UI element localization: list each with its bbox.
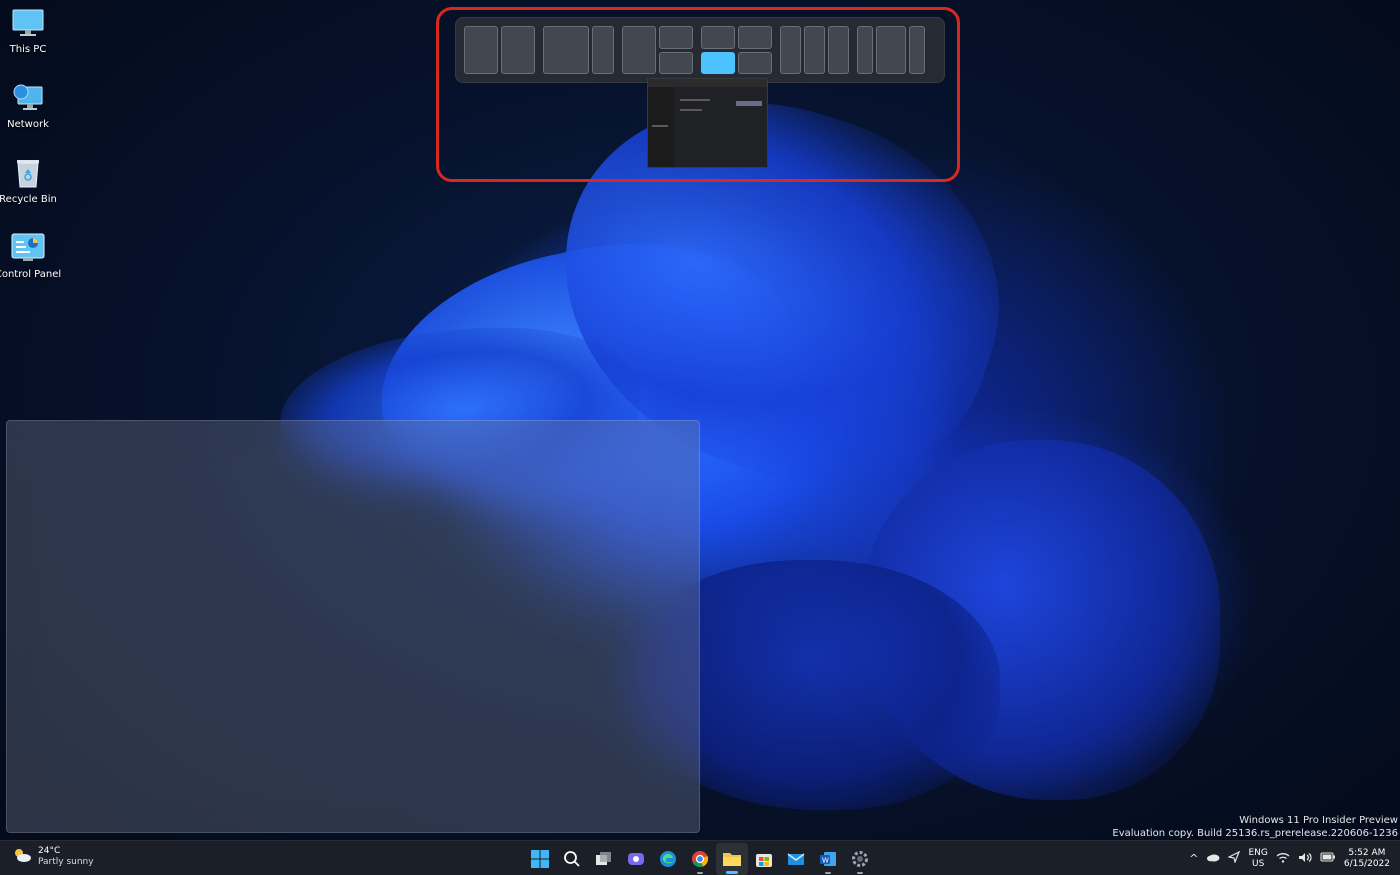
- mail-icon: [787, 853, 805, 865]
- chrome-button[interactable]: [684, 843, 716, 875]
- start-icon: [531, 850, 549, 868]
- settings-icon: [852, 851, 868, 867]
- weather-temperature: 24°C: [38, 846, 61, 856]
- snap-preview-area: [6, 420, 700, 833]
- show-hidden-icons-chevron[interactable]: ^: [1189, 852, 1198, 865]
- chat-icon: [628, 853, 644, 865]
- language-code: ENG: [1248, 847, 1268, 858]
- edge-button[interactable]: [652, 843, 684, 875]
- clock-date: 6/15/2022: [1343, 858, 1390, 869]
- region-code: US: [1251, 858, 1265, 869]
- monitor-icon: [11, 6, 45, 40]
- desktop-icon-label: Recycle Bin: [0, 194, 57, 205]
- chrome-icon: [692, 851, 709, 868]
- annotation-highlight: [436, 7, 960, 182]
- search-button[interactable]: [556, 843, 588, 875]
- wifi-icon[interactable]: [1276, 852, 1290, 866]
- input-language[interactable]: ENG US: [1248, 848, 1267, 870]
- file-explorer-button[interactable]: [716, 843, 748, 875]
- store-icon: [756, 854, 772, 867]
- weather-widget[interactable]: 24°C Partly sunny: [12, 846, 94, 868]
- watermark-line1: Windows 11 Pro Insider Preview: [1239, 815, 1398, 826]
- edge-icon: [660, 851, 676, 867]
- start-button[interactable]: [524, 843, 556, 875]
- taskbar-apps: W: [524, 843, 876, 875]
- location-icon[interactable]: [1227, 850, 1241, 866]
- desktop-icon-label: Network: [7, 119, 49, 130]
- chat-button[interactable]: [620, 843, 652, 875]
- taskbar: 24°C Partly sunny W ^ ENG US 5:52 AM 6/1…: [0, 840, 1400, 875]
- desktop-icon-this-pc[interactable]: This PC: [0, 4, 56, 79]
- control-panel-icon: [11, 231, 45, 265]
- volume-icon[interactable]: [1298, 852, 1312, 866]
- desktop-icon-label: Control Panel: [0, 269, 62, 280]
- desktop-icon-label: This PC: [9, 44, 47, 55]
- svg-text:W: W: [822, 857, 829, 865]
- watermark-line2: Evaluation copy. Build 25136.rs_prerelea…: [1112, 828, 1398, 839]
- partly-sunny-icon: [12, 847, 32, 867]
- file-explorer-icon: [723, 853, 741, 866]
- network-icon: [11, 81, 45, 115]
- desktop-icon-network[interactable]: Network: [0, 79, 56, 154]
- wallpaper-petal: [860, 440, 1220, 800]
- store-button[interactable]: [748, 843, 780, 875]
- onedrive-icon[interactable]: [1206, 852, 1220, 865]
- evaluation-watermark: Windows 11 Pro Insider Preview Evaluatio…: [1112, 814, 1398, 840]
- battery-icon[interactable]: [1320, 852, 1336, 865]
- word-icon: W: [820, 852, 836, 866]
- system-tray: ^ ENG US 5:52 AM 6/15/2022: [1189, 841, 1390, 875]
- task-view-icon: [596, 852, 611, 865]
- weather-condition: Partly sunny: [38, 857, 94, 867]
- desktop-icon-control-panel[interactable]: Control Panel: [0, 229, 61, 304]
- clock-time: 5:52 AM: [1348, 847, 1386, 858]
- recycle-bin-icon: [11, 156, 45, 190]
- clock[interactable]: 5:52 AM 6/15/2022: [1344, 848, 1390, 870]
- search-icon: [564, 851, 580, 867]
- desktop-icon-recycle-bin[interactable]: Recycle Bin: [0, 154, 57, 229]
- settings-button[interactable]: [844, 843, 876, 875]
- desktop-icons: This PC Network Recycle Bin Control Pane…: [0, 4, 61, 304]
- mail-button[interactable]: [780, 843, 812, 875]
- task-view-button[interactable]: [588, 843, 620, 875]
- word-button[interactable]: W: [812, 843, 844, 875]
